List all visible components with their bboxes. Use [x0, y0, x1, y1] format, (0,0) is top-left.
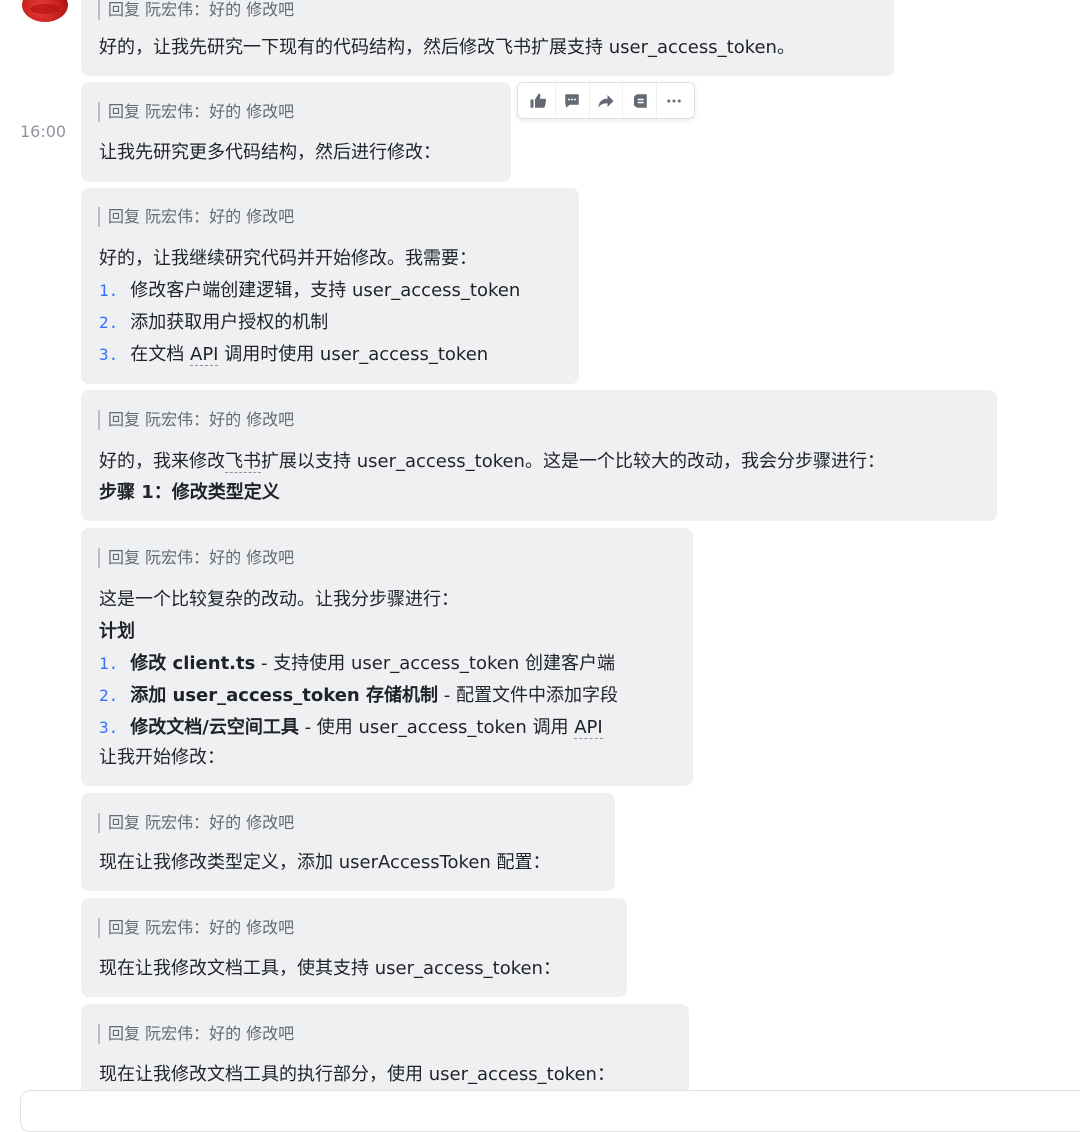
message-bubble[interactable]: 回复 阮宏伟：好的 修改吧 现在让我修改类型定义，添加 userAccessTo…: [81, 793, 615, 891]
message-bubble[interactable]: 回复 阮宏伟：好的 修改吧 好的，我来修改飞书扩展以支持 user_access…: [81, 390, 997, 521]
list-number: 2.: [99, 313, 119, 332]
message-timestamp: 16:00: [20, 122, 67, 141]
message-text: 这是一个比较复杂的改动。让我分步骤进行：: [99, 589, 459, 610]
list-item-bold: 修改 client.ts: [130, 653, 256, 674]
message-text: 现在让我修改类型定义，添加 userAccessToken 配置：: [99, 852, 551, 873]
reply-icon: [633, 93, 647, 108]
plan-heading: 计划: [99, 621, 135, 642]
list-item-text: 在文档: [130, 344, 190, 365]
comment-icon: [565, 93, 579, 108]
more-icon: [666, 99, 681, 102]
list-item: 3. 在文档 API 调用时使用 user_access_token: [99, 343, 488, 367]
reply-quote[interactable]: 回复 阮宏伟：好的 修改吧: [98, 548, 294, 568]
list-item: 3. 修改文档/云空间工具 - 使用 user_access_token 调用 A…: [99, 716, 603, 740]
message-text: 让我先研究更多代码结构，然后进行修改：: [99, 142, 441, 163]
list-item-text: 调用时使用 user_access_token: [218, 344, 489, 365]
avatar[interactable]: [22, 0, 68, 22]
list-item-bold: 添加 user_access_token 存储机制: [130, 685, 439, 706]
message-composer[interactable]: [20, 1090, 1080, 1132]
message-bubble[interactable]: 回复 阮宏伟：好的 修改吧 好的，让我继续研究代码并开始修改。我需要： 1. 修改…: [81, 188, 579, 384]
reply-quote[interactable]: 回复 阮宏伟：好的 修改吧: [98, 918, 294, 938]
list-item: 1. 修改 client.ts - 支持使用 user_access_token …: [99, 652, 615, 676]
list-item-text: - 使用 user_access_token 调用: [298, 717, 575, 738]
forward-icon: [598, 94, 614, 108]
list-number: 1.: [99, 654, 119, 673]
message-text: 现在让我修改文档工具的执行部分，使用 user_access_token：: [99, 1064, 615, 1085]
list-number: 2.: [99, 686, 119, 705]
message-bubble[interactable]: 回复 阮宏伟：好的 修改吧 让我先研究更多代码结构，然后进行修改：: [81, 82, 511, 182]
reply-quote[interactable]: 回复 阮宏伟：好的 修改吧: [98, 813, 294, 833]
list-item-text: - 配置文件中添加字段: [438, 685, 618, 706]
forward-button[interactable]: [590, 83, 624, 118]
text-segment: 好的，我来修改: [99, 451, 225, 472]
feishu-link[interactable]: 飞书: [225, 451, 261, 473]
list-item-bold: 修改文档/云空间工具: [130, 717, 299, 738]
thumbs-up-button[interactable]: [522, 83, 556, 118]
list-number: 3.: [99, 718, 119, 737]
reply-quote[interactable]: 回复 阮宏伟：好的 修改吧: [98, 102, 294, 122]
api-link[interactable]: API: [574, 717, 603, 739]
message-text: 现在让我修改文档工具，使其支持 user_access_token：: [99, 958, 561, 979]
message-text: 让我开始修改：: [99, 747, 225, 768]
message-bubble[interactable]: 回复 阮宏伟：好的 修改吧 这是一个比较复杂的改动。让我分步骤进行： 计划 1.…: [81, 528, 693, 786]
reply-button[interactable]: [623, 83, 658, 118]
message-text: 好的，我来修改飞书扩展以支持 user_access_token。这是一个比较大…: [99, 450, 885, 474]
list-number: 3.: [99, 345, 119, 364]
message-bubble[interactable]: 回复 阮宏伟：好的 修改吧 现在让我修改文档工具，使其支持 user_acces…: [81, 898, 627, 997]
step-heading: 步骤 1：修改类型定义: [99, 482, 280, 503]
api-link[interactable]: API: [190, 344, 219, 366]
list-item: 2. 添加获取用户授权的机制: [99, 311, 328, 335]
list-item-text: 修改客户端创建逻辑，支持 user_access_token: [130, 280, 521, 301]
reply-quote[interactable]: 回复 阮宏伟：好的 修改吧: [98, 0, 294, 20]
message-bubble[interactable]: 回复 阮宏伟：好的 修改吧 好的，让我先研究一下现有的代码结构，然后修改飞书扩展…: [81, 0, 894, 76]
list-item-text: 添加获取用户授权的机制: [130, 312, 329, 333]
list-number: 1.: [99, 281, 119, 300]
message-action-toolbar: [517, 82, 695, 119]
reply-quote[interactable]: 回复 阮宏伟：好的 修改吧: [98, 410, 294, 430]
text-segment: 扩展以支持 user_access_token。这是一个比较大的改动，我会分步骤…: [261, 451, 885, 472]
thumbs-up-icon: [530, 93, 547, 108]
list-item: 2. 添加 user_access_token 存储机制 - 配置文件中添加字段: [99, 684, 618, 708]
reply-quote[interactable]: 回复 阮宏伟：好的 修改吧: [98, 207, 294, 227]
list-item: 1. 修改客户端创建逻辑，支持 user_access_token: [99, 279, 520, 303]
message-text: 好的，让我先研究一下现有的代码结构，然后修改飞书扩展支持 user_access…: [99, 37, 795, 58]
list-item-text: - 支持使用 user_access_token 创建客户端: [255, 653, 615, 674]
comment-button[interactable]: [556, 83, 590, 118]
message-text: 好的，让我继续研究代码并开始修改。我需要：: [99, 248, 477, 269]
more-button[interactable]: [657, 83, 690, 118]
reply-quote[interactable]: 回复 阮宏伟：好的 修改吧: [98, 1024, 294, 1044]
